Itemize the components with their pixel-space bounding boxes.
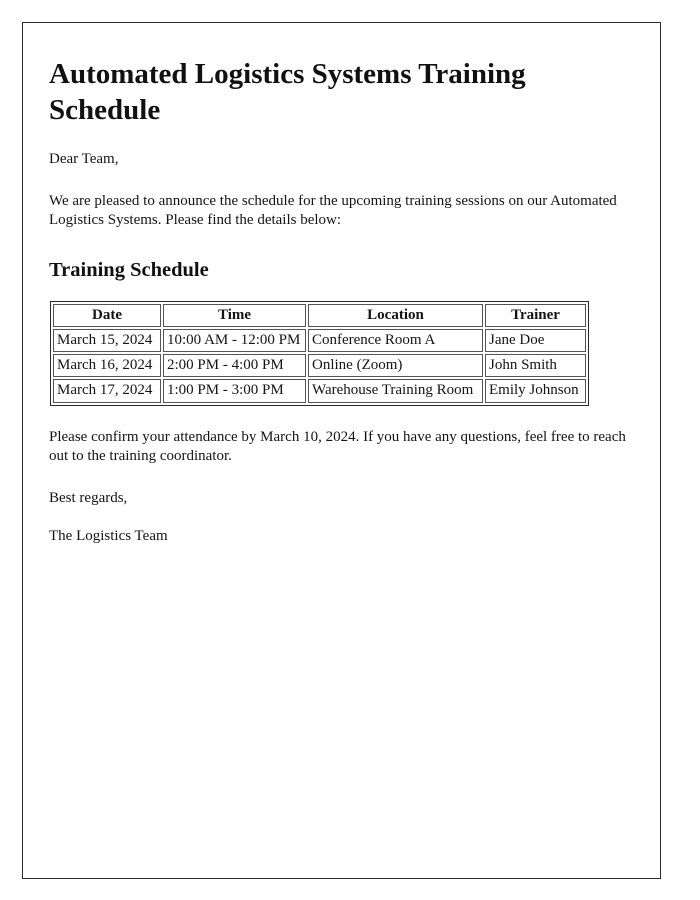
column-header-trainer: Trainer (485, 303, 586, 327)
cell-date: March 15, 2024 (53, 329, 161, 353)
table-header-row: Date Time Location Trainer (53, 303, 586, 327)
cell-trainer: John Smith (485, 354, 586, 378)
cell-trainer: Emily Johnson (485, 379, 586, 403)
training-schedule-table: Date Time Location Trainer March 15, 202… (50, 300, 589, 406)
intro-paragraph: We are pleased to announce the schedule … (49, 192, 617, 229)
document-content: Automated Logistics Systems Training Sch… (49, 43, 639, 547)
signoff-text: Best regards, (49, 489, 128, 506)
table-row: March 16, 2024 2:00 PM - 4:00 PM Online … (53, 354, 586, 378)
signature-text: The Logistics Team (49, 528, 168, 545)
table-row: March 17, 2024 1:00 PM - 3:00 PM Warehou… (53, 379, 586, 403)
column-header-location: Location (308, 303, 483, 327)
cell-date: March 17, 2024 (53, 379, 161, 403)
cell-time: 10:00 AM - 12:00 PM (163, 329, 306, 353)
cell-date: March 16, 2024 (53, 354, 161, 378)
column-header-date: Date (53, 303, 161, 327)
document-page: Automated Logistics Systems Training Sch… (22, 22, 661, 879)
cell-location: Warehouse Training Room (308, 379, 483, 403)
cell-time: 1:00 PM - 3:00 PM (163, 379, 306, 403)
salutation-text: Dear Team, (49, 151, 119, 168)
table-header: Date Time Location Trainer (53, 303, 586, 327)
page-title: Automated Logistics Systems Training Sch… (49, 58, 526, 126)
column-header-time: Time (163, 303, 306, 327)
cell-location: Online (Zoom) (308, 354, 483, 378)
table-row: March 15, 2024 10:00 AM - 12:00 PM Confe… (53, 329, 586, 353)
cell-trainer: Jane Doe (485, 329, 586, 353)
cell-location: Conference Room A (308, 329, 483, 353)
table-body: March 15, 2024 10:00 AM - 12:00 PM Confe… (53, 329, 586, 403)
cell-time: 2:00 PM - 4:00 PM (163, 354, 306, 378)
closing-note-paragraph: Please confirm your attendance by March … (49, 428, 626, 465)
section-heading-training-schedule: Training Schedule (49, 258, 209, 281)
